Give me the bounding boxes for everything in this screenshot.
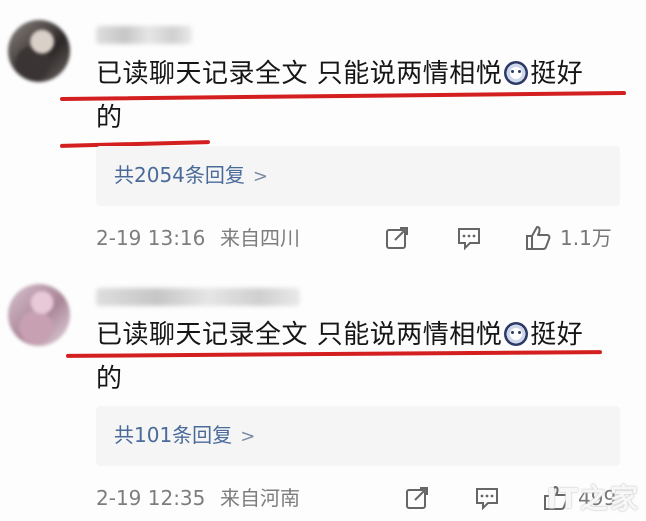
comment-text-line1: 已读聊天记录全文 只能说两情相悦 bbox=[96, 59, 503, 89]
comment-feed: 已读聊天记录全文 只能说两情相悦 挺好 的 共2054条回复 > 2-19 13:1… bbox=[0, 0, 646, 521]
view-replies-link[interactable]: 共2054条回复 > bbox=[114, 160, 268, 192]
comment-location: 来自河南 bbox=[220, 486, 300, 510]
share-button[interactable] bbox=[384, 222, 410, 254]
view-replies-link[interactable]: 共101条回复 > bbox=[114, 420, 255, 452]
like-count: 1.1万 bbox=[560, 226, 612, 250]
avatar[interactable] bbox=[8, 284, 70, 346]
comment-button[interactable] bbox=[456, 222, 482, 254]
comment-text-line1-end: 挺好 bbox=[530, 59, 584, 89]
comment-time: 2-19 13:16 bbox=[96, 226, 206, 250]
avatar[interactable] bbox=[8, 20, 70, 82]
username-blurred[interactable] bbox=[96, 288, 300, 306]
comment-meta: 2-19 13:16 来自四川 1.1万 bbox=[96, 222, 626, 254]
comment-time: 2-19 12:35 bbox=[96, 486, 206, 510]
thumbs-up-icon bbox=[526, 226, 551, 250]
reply-preview-box[interactable]: 共101条回复 > bbox=[96, 406, 620, 466]
share-icon bbox=[406, 487, 428, 509]
replies-count-label: 共101条回复 bbox=[114, 423, 233, 447]
like-button[interactable]: 1.1万 bbox=[524, 222, 612, 254]
reply-preview-box[interactable]: 共2054条回复 > bbox=[96, 146, 620, 206]
comment-text-line2: 的 bbox=[96, 103, 123, 133]
chevron-right-icon: > bbox=[252, 166, 268, 187]
wide-eyes-emoji-icon bbox=[504, 322, 529, 346]
site-watermark: IT之家 bbox=[546, 482, 640, 515]
comment-location: 来自四川 bbox=[220, 226, 300, 250]
wide-eyes-emoji-icon bbox=[504, 61, 529, 85]
username-blurred[interactable] bbox=[96, 26, 192, 44]
comment-text-line1: 已读聊天记录全文 只能说两情相悦 bbox=[96, 320, 503, 350]
comment-button[interactable] bbox=[474, 482, 500, 514]
replies-count-label: 共2054条回复 bbox=[114, 163, 245, 187]
comment-icon bbox=[458, 228, 480, 251]
chevron-right-icon: > bbox=[240, 426, 256, 447]
share-button[interactable] bbox=[404, 482, 430, 514]
comment-icon bbox=[476, 488, 498, 511]
comment-text-line2: 的 bbox=[96, 364, 123, 394]
share-icon bbox=[386, 227, 408, 249]
comment-text-line1-end: 挺好 bbox=[530, 320, 584, 350]
